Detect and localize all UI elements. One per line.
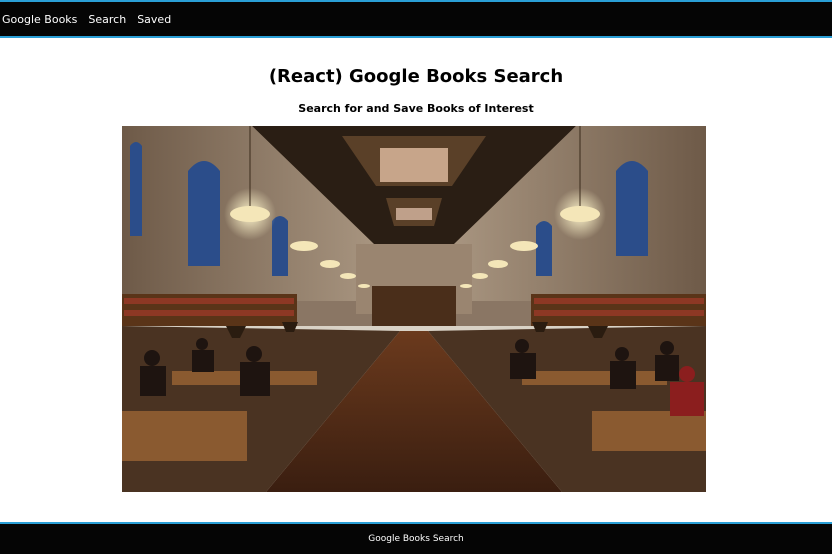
nav-saved-link[interactable]: Saved	[137, 13, 171, 26]
page-title: (React) Google Books Search	[268, 66, 564, 87]
footer-text: Google Books Search	[368, 534, 464, 544]
navbar: Google Books Search Saved	[0, 0, 832, 38]
page-subtitle: Search for and Save Books of Interest	[298, 102, 534, 115]
library-hero-image	[122, 126, 706, 492]
nav-search-link[interactable]: Search	[88, 13, 126, 26]
footer: Google Books Search	[0, 522, 832, 554]
nav-brand-link[interactable]: Google Books	[2, 13, 77, 26]
